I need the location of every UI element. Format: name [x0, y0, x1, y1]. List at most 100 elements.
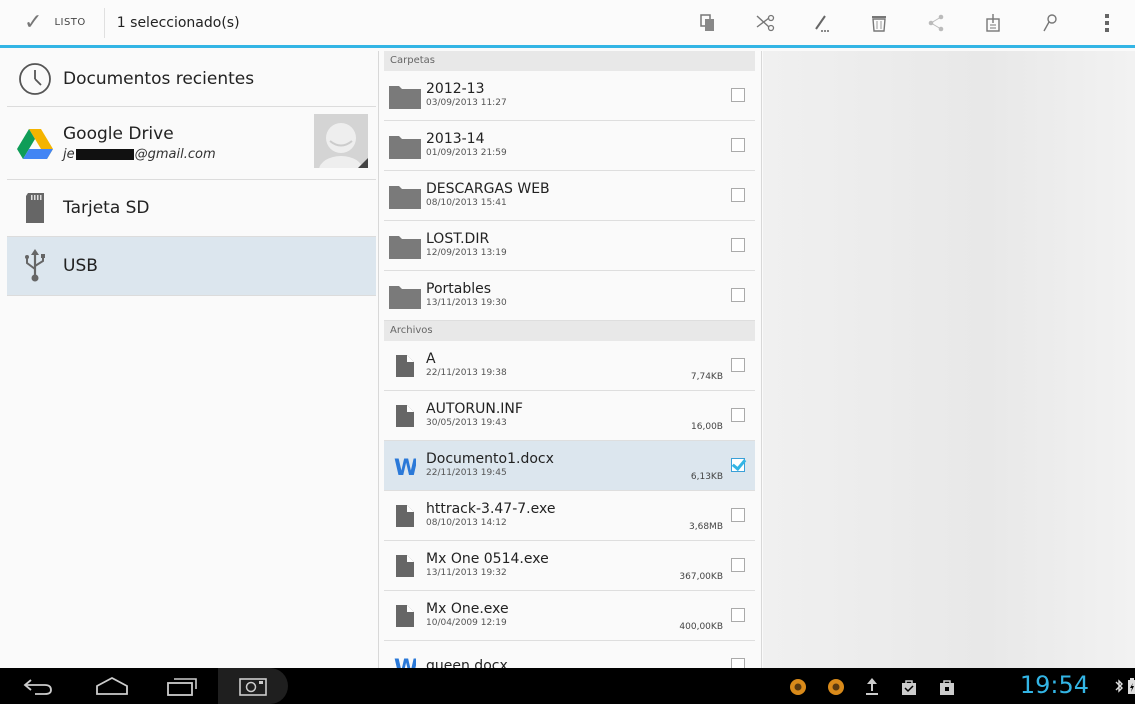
drive-account-suffix: @gmail.com: [134, 147, 216, 162]
navigation-drawer: Documentos recientes Google Drive je @gma…: [7, 51, 376, 668]
delete-icon[interactable]: [850, 0, 907, 45]
item-date: 12/09/2013 13:19: [426, 248, 507, 258]
word-doc-icon: W: [384, 454, 426, 478]
word-doc-icon: W: [384, 654, 426, 669]
home-icon[interactable]: [82, 668, 142, 704]
item-size: 16,00B: [691, 422, 723, 432]
select-checkbox[interactable]: [731, 558, 745, 572]
item-name: queen.docx: [426, 657, 508, 669]
copy-icon[interactable]: [679, 0, 736, 45]
section-header-files: Archivos: [384, 321, 755, 341]
folder-icon: [384, 233, 426, 259]
item-name: LOST.DIR: [426, 231, 490, 247]
folder-row[interactable]: 2013-14 01/09/2013 21:59: [384, 121, 755, 171]
folder-icon: [384, 183, 426, 209]
select-checkbox[interactable]: [731, 508, 745, 522]
file-row[interactable]: Mx One 0514.exe 13/11/2013 19:32 367,00KB: [384, 541, 755, 591]
item-size: 367,00KB: [679, 572, 723, 582]
notification-icons: [788, 677, 956, 697]
file-row[interactable]: A 22/11/2013 19:38 7,74KB: [384, 341, 755, 391]
check-icon: ✓: [24, 9, 43, 35]
compress-icon[interactable]: [964, 0, 1021, 45]
item-name: AUTORUN.INF: [426, 401, 523, 417]
bookmark-icon[interactable]: [1021, 0, 1078, 45]
nav-label-sd: Tarjeta SD: [63, 198, 150, 218]
item-name: DESCARGAS WEB: [426, 181, 550, 197]
recent-apps-icon[interactable]: [152, 668, 212, 704]
file-icon: [384, 554, 426, 577]
folder-row[interactable]: 2012-13 03/09/2013 11:27: [384, 71, 755, 121]
file-icon: [384, 604, 426, 627]
select-checkbox[interactable]: [731, 658, 745, 668]
file-icon: [384, 404, 426, 427]
file-row[interactable]: W queen.docx: [384, 641, 755, 668]
select-checkbox[interactable]: [731, 288, 745, 302]
file-row[interactable]: AUTORUN.INF 30/05/2013 19:43 16,00B: [384, 391, 755, 441]
select-checkbox[interactable]: [731, 608, 745, 622]
item-date: 03/09/2013 11:27: [426, 98, 507, 108]
upload-icon[interactable]: [864, 677, 880, 697]
app-notification-icon[interactable]: [826, 677, 846, 697]
clock: 19:54: [1019, 671, 1089, 699]
cut-icon[interactable]: [736, 0, 793, 45]
nav-item-google-drive[interactable]: Google Drive je @gmail.com: [7, 107, 376, 180]
nav-label-drive: Google Drive: [63, 124, 174, 144]
share-icon[interactable]: [907, 0, 964, 45]
screenshot-icon[interactable]: [218, 668, 288, 704]
system-bar: 19:54: [0, 668, 1135, 704]
store-bag-icon[interactable]: [900, 678, 918, 696]
item-date: 10/04/2009 12:19: [426, 618, 507, 628]
drive-account-prefix: je: [63, 147, 75, 162]
select-checkbox[interactable]: [731, 238, 745, 252]
folder-row[interactable]: DESCARGAS WEB 08/10/2013 15:41: [384, 171, 755, 221]
item-date: 08/10/2013 14:12: [426, 518, 507, 528]
item-size: 400,00KB: [679, 622, 723, 632]
usb-icon: [7, 249, 63, 283]
folder-icon: [384, 283, 426, 309]
item-name: httrack-3.47-7.exe: [426, 501, 556, 517]
item-name: A: [426, 351, 436, 367]
redaction-bar: [75, 149, 134, 160]
bluetooth-icon: [1115, 679, 1123, 693]
item-name: Mx One 0514.exe: [426, 551, 549, 567]
item-date: 08/10/2013 15:41: [426, 198, 507, 208]
item-date: 30/05/2013 19:43: [426, 418, 507, 428]
select-checkbox[interactable]: [731, 408, 745, 422]
file-icon: [384, 504, 426, 527]
folder-row[interactable]: LOST.DIR 12/09/2013 13:19: [384, 221, 755, 271]
folder-icon: [384, 133, 426, 159]
select-checkbox-checked[interactable]: [731, 458, 745, 472]
item-date: 01/09/2013 21:59: [426, 148, 507, 158]
avatar[interactable]: [314, 114, 368, 168]
item-size: 3,68MB: [689, 522, 723, 532]
item-name: Documento1.docx: [426, 451, 554, 467]
nav-item-sd-card[interactable]: Tarjeta SD: [7, 180, 376, 237]
selection-count: 1 seleccionado(s): [116, 14, 240, 31]
select-checkbox[interactable]: [731, 188, 745, 202]
done-button[interactable]: ✓ LISTO: [0, 7, 105, 38]
select-checkbox[interactable]: [731, 88, 745, 102]
item-name: Portables: [426, 281, 492, 297]
overflow-menu-icon[interactable]: [1078, 0, 1135, 45]
folder-row[interactable]: Portables 13/11/2013 19:30: [384, 271, 755, 321]
item-size: 7,74KB: [690, 372, 723, 382]
rename-icon[interactable]: [793, 0, 850, 45]
file-row[interactable]: httrack-3.47-7.exe 08/10/2013 14:12 3,68M…: [384, 491, 755, 541]
clock-icon: [7, 62, 63, 96]
nav-item-usb[interactable]: USB: [7, 237, 376, 296]
nav-item-recent[interactable]: Documentos recientes: [7, 51, 376, 107]
sd-card-icon: [7, 192, 63, 224]
item-date: 22/11/2013 19:45: [426, 468, 507, 478]
folder-icon: [384, 83, 426, 109]
file-row[interactable]: W Documento1.docx 22/11/2013 19:45 6,13KB: [384, 441, 755, 491]
item-date: 13/11/2013 19:32: [426, 568, 507, 578]
select-checkbox[interactable]: [731, 358, 745, 372]
svg-text:W: W: [394, 456, 416, 478]
select-checkbox[interactable]: [731, 138, 745, 152]
back-icon[interactable]: [8, 668, 68, 704]
app-notification-icon[interactable]: [788, 677, 808, 697]
file-row[interactable]: Mx One.exe 10/04/2009 12:19 400,00KB: [384, 591, 755, 641]
store-bag-icon[interactable]: [938, 678, 956, 696]
section-header-folders: Carpetas: [384, 51, 755, 71]
item-size: 6,13KB: [690, 472, 723, 482]
